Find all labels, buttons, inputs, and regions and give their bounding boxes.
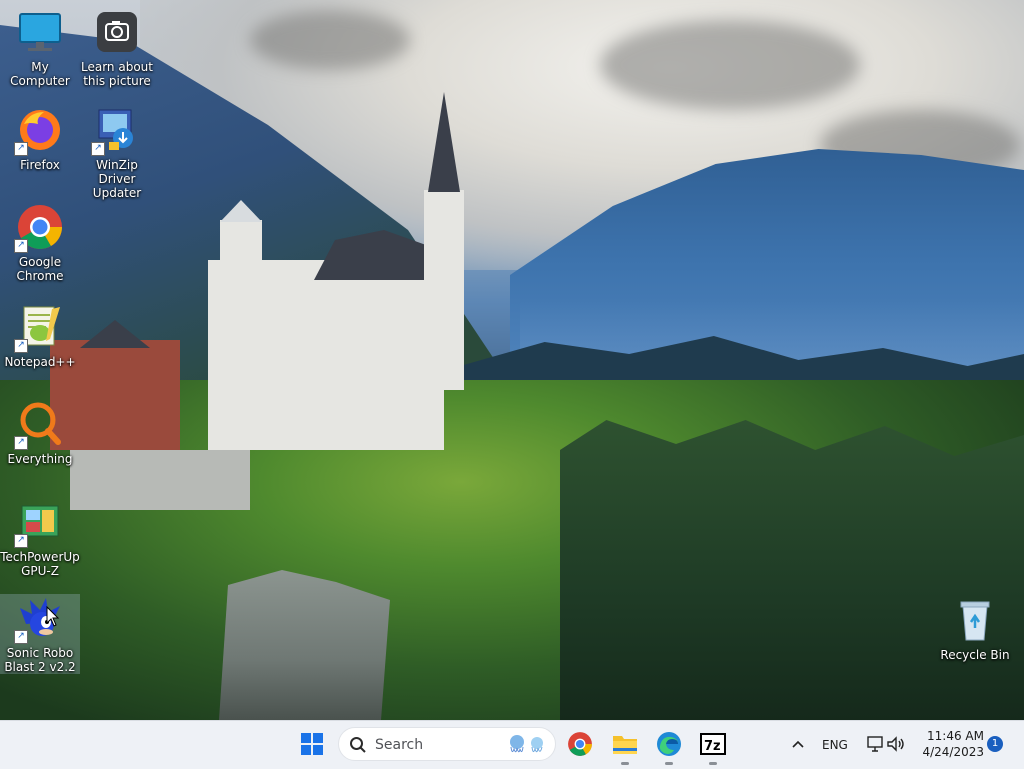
running-indicator [621,762,629,765]
notepad-plus-plus-icon: ↗ [14,303,64,353]
clock-date: 4/24/2023 [922,745,984,759]
desktop-icon-label: Notepad++ [4,355,76,369]
shortcut-arrow-icon: ↗ [14,339,28,353]
desktop-icon-learn-about-picture[interactable]: Learn about this picture [77,8,157,88]
monitor-icon [16,8,64,56]
desktop-icon-techpowerup-gpu-z[interactable]: ↗ TechPowerUp GPU-Z [0,498,80,578]
shortcut-arrow-icon: ↗ [14,534,28,548]
desktop-icon-recycle-bin[interactable]: Recycle Bin [935,596,1015,662]
7zip-icon: 7z [700,733,726,755]
search-highlight-jellyfish-icon [510,735,543,753]
input-language-indicator[interactable]: ENG [822,738,848,752]
clock[interactable]: 11:46 AM 4/24/2023 [918,728,984,762]
wallpaper-forest-dark [560,420,1024,720]
svg-text:7z: 7z [704,739,721,754]
mouse-cursor-icon [46,605,60,632]
desktop-icon-label: Google Chrome [16,255,64,283]
running-indicator [709,762,717,765]
start-button[interactable] [296,728,328,760]
shortcut-arrow-icon: ↗ [14,239,28,253]
taskbar-7zip-button[interactable]: 7z [697,728,729,765]
camera-icon [93,8,141,56]
desktop-icon-everything[interactable]: ↗ Everything [0,400,80,466]
winzip-driver-updater-icon: ↗ [91,106,141,156]
network-volume-quick-settings[interactable] [858,728,914,760]
desktop-icon-label: Sonic Robo Blast 2 v2.2 [4,646,76,674]
desktop-icon-google-chrome[interactable]: ↗ Google Chrome [0,203,80,283]
volume-icon [887,736,904,752]
wallpaper-castle [50,92,480,510]
chrome-icon [568,732,592,756]
chrome-icon: ↗ [14,203,64,253]
notification-count-badge[interactable]: 1 [987,736,1003,752]
taskbar-edge-button[interactable] [653,728,685,765]
taskbar-file-explorer-button[interactable] [609,728,641,765]
desktop-icon-my-computer[interactable]: My Computer [0,8,80,88]
gpu-z-icon: ↗ [14,498,64,548]
desktop-icon-label: Firefox [20,158,60,172]
clock-time: 11:46 AM [927,729,984,743]
show-hidden-icons-button[interactable] [782,728,814,760]
network-icon [867,736,883,752]
taskbar-search-box[interactable]: Search [338,727,556,761]
windows-logo-icon [301,733,323,755]
shortcut-arrow-icon: ↗ [14,436,28,450]
desktop-icon-winzip-driver-updater[interactable]: ↗ WinZip Driver Updater [77,106,157,200]
running-indicator [665,762,673,765]
folder-icon [613,736,637,754]
recycle-bin-icon [951,596,999,644]
wallpaper-cloud [600,20,860,110]
shortcut-arrow-icon: ↗ [91,142,105,156]
desktop-icon-label: Learn about this picture [81,60,153,88]
desktop-icon-label: Recycle Bin [940,648,1010,662]
desktop-icon-sonic-robo-blast[interactable]: ↗ Sonic Robo Blast 2 v2.2 [0,594,80,674]
edge-icon [657,732,681,756]
desktop-icon-label: Everything [7,452,73,466]
desktop-icon-label: WinZip Driver Updater [92,158,142,200]
chevron-up-icon [792,740,804,748]
desktop-icon-label: TechPowerUp GPU-Z [0,550,80,578]
search-icon [350,737,366,753]
shortcut-arrow-icon: ↗ [14,630,28,644]
search-placeholder: Search [375,737,424,753]
wallpaper-cliff [219,570,390,720]
desktop-icon-notepad-plus-plus[interactable]: ↗ Notepad++ [0,303,80,369]
desktop-icon-label: My Computer [10,60,70,88]
taskbar-chrome-button[interactable] [564,728,596,760]
wallpaper-cloud [250,10,410,70]
firefox-icon: ↗ [14,106,64,156]
everything-search-icon: ↗ [14,400,64,450]
desktop-icon-firefox[interactable]: ↗ Firefox [0,106,80,172]
shortcut-arrow-icon: ↗ [14,142,28,156]
